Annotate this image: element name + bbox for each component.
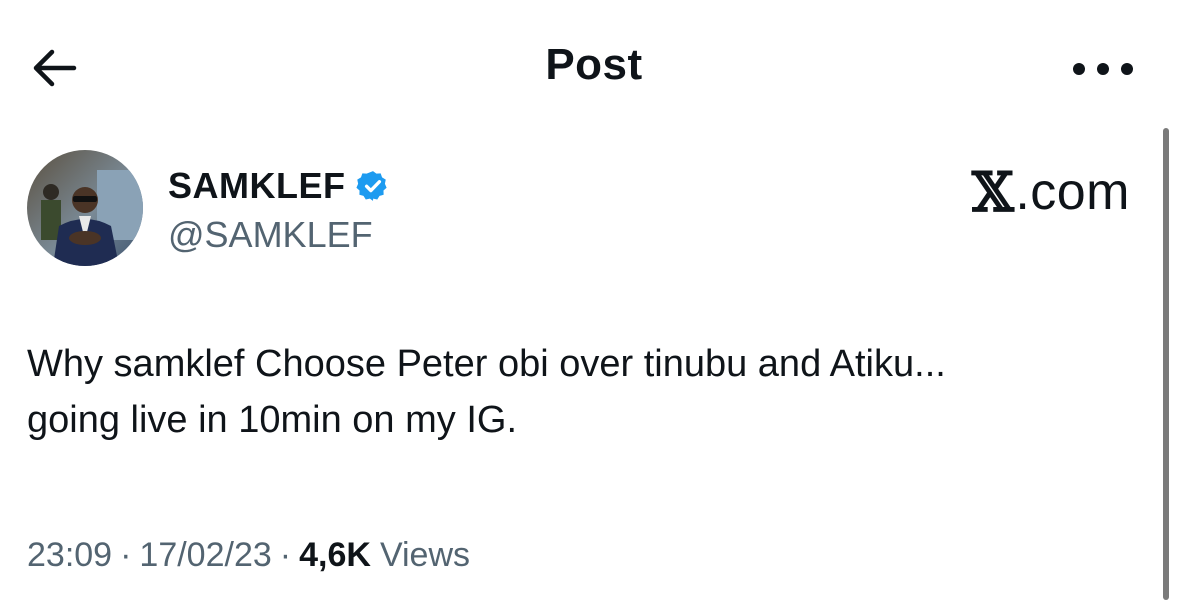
views-count: 4,6K — [299, 536, 371, 574]
post-meta: 23:09 · 17/02/23 · 4,6K Views — [27, 536, 470, 575]
post-screen: Post SAMKLEF @SAMKLEF 𝕏 .com Why samklef… — [0, 0, 1188, 600]
post-text-line: going live in 10min on my IG. — [27, 399, 518, 441]
verified-badge-icon — [355, 169, 390, 203]
brand-logo: 𝕏 .com — [972, 160, 1130, 224]
views-label: Views — [379, 536, 471, 574]
post-date[interactable]: 17/02/23 — [139, 536, 271, 575]
author-name-row: SAMKLEF — [168, 164, 390, 208]
page-title: Post — [545, 40, 643, 89]
scrollbar[interactable] — [1163, 128, 1169, 600]
more-options-button[interactable] — [1068, 54, 1138, 84]
post-text-line: Why samklef Choose Peter obi over tinubu… — [27, 343, 946, 385]
post-time[interactable]: 23:09 — [27, 536, 112, 575]
brand-suffix: .com — [1015, 163, 1130, 221]
x-logo-icon: 𝕏 — [971, 160, 1015, 224]
separator: · — [120, 536, 132, 574]
post-text: Why samklef Choose Peter obi over tinubu… — [27, 336, 1137, 448]
more-horizontal-icon — [1073, 63, 1133, 75]
author-handle[interactable]: @SAMKLEF — [168, 214, 373, 256]
avatar-image — [27, 150, 143, 266]
avatar[interactable] — [27, 150, 143, 266]
separator: · — [279, 536, 292, 574]
display-name[interactable]: SAMKLEF — [168, 165, 346, 207]
